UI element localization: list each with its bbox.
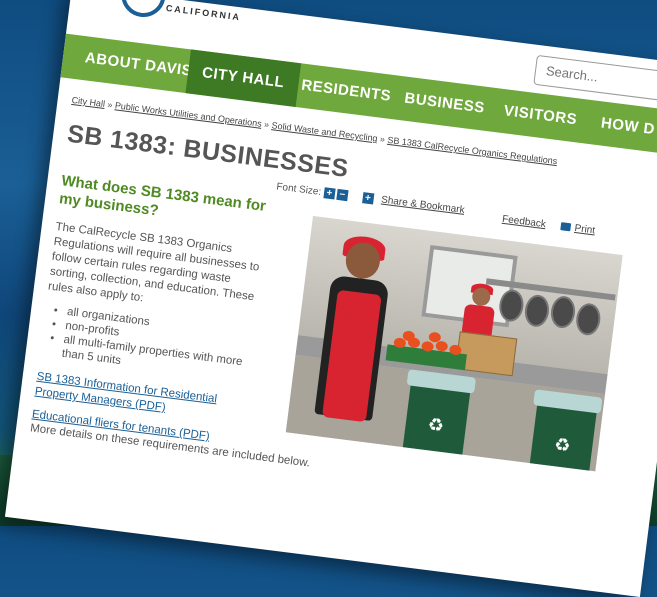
feedback-link[interactable]: Feedback — [501, 214, 546, 230]
share-plus-icon[interactable]: + — [361, 192, 374, 205]
city-seal-icon — [118, 0, 169, 20]
nav-item-business[interactable]: BUSINESS — [388, 75, 501, 132]
font-size-label: Font Size: — [275, 181, 322, 198]
print-label: Print — [573, 222, 596, 237]
breadcrumb-city-hall[interactable]: City Hall — [71, 95, 106, 109]
breadcrumb-separator: » — [379, 133, 386, 145]
recycle-icon: ♻ — [553, 434, 572, 457]
breadcrumb-public-works[interactable]: Public Works Utilities and Operations — [114, 100, 262, 128]
nav-item-how-do-i[interactable]: HOW D — [584, 100, 657, 154]
recycle-icon: ♻ — [426, 414, 446, 436]
breadcrumb-separator: » — [263, 119, 270, 130]
font-increase-icon[interactable]: + — [323, 187, 336, 200]
kitchen-photo: ♻ ♻ — [285, 216, 623, 472]
print-link[interactable]: Print — [560, 221, 596, 236]
breadcrumb-solid-waste[interactable]: Solid Waste and Recycling — [271, 120, 378, 143]
breadcrumb-sb1383[interactable]: SB 1383 CalRecycle Organics Regulations — [387, 135, 558, 166]
webpage: CALIFORNIA ABOUT DAVIS CITY HALL RESIDEN… — [4, 0, 657, 597]
nav-item-visitors[interactable]: VISITORS — [487, 88, 593, 144]
page-tools: Font Size: + − + Share & Bookmark — [276, 181, 465, 216]
font-decrease-icon[interactable]: − — [336, 188, 349, 202]
logo-text: CALIFORNIA — [165, 2, 242, 23]
logo[interactable]: CALIFORNIA — [108, 0, 242, 22]
content-column: What does SB 1383 mean for my business? … — [30, 172, 279, 457]
nav-item-city-hall[interactable]: CITY HALL — [185, 49, 301, 107]
breadcrumb-separator: » — [106, 99, 114, 110]
share-bookmark-link[interactable]: Share & Bookmark — [381, 195, 466, 216]
printer-icon — [560, 222, 572, 232]
